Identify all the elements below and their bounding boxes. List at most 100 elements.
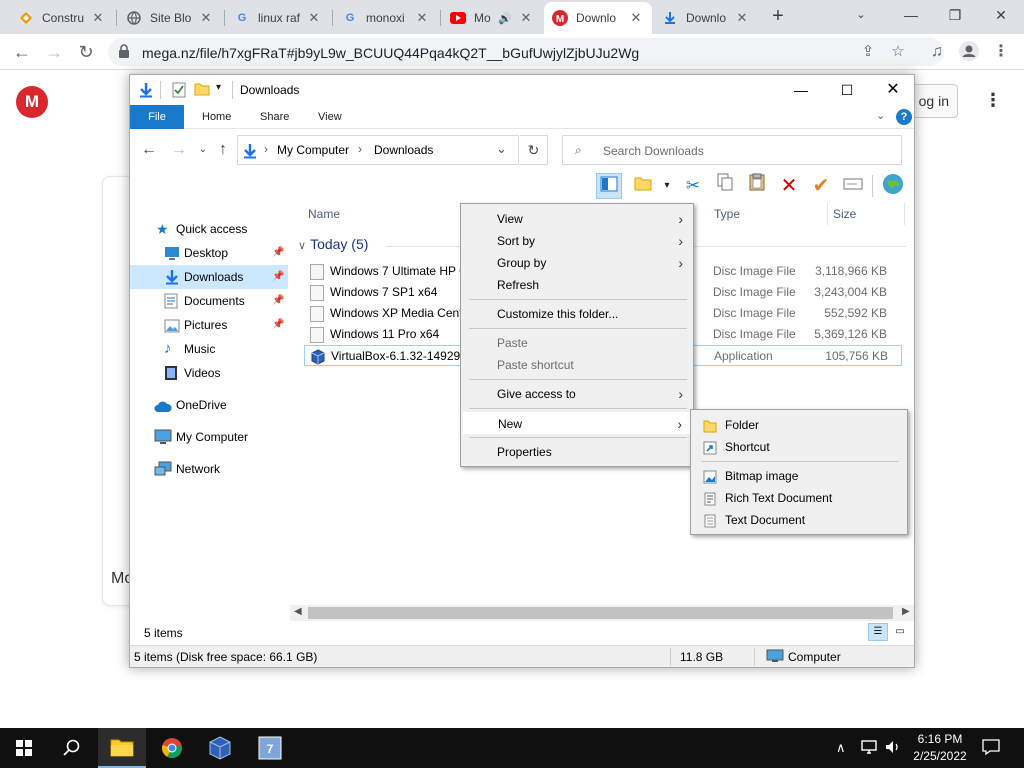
nav-pictures[interactable]: Pictures 📌 [130,313,288,337]
group-header-today[interactable]: ∨ Today (5) [298,236,368,252]
ribbon-tab-file[interactable]: File [130,105,184,129]
new-bitmap-item[interactable]: Bitmap image [693,465,905,487]
breadcrumb-downloads[interactable]: Downloads [374,143,433,157]
column-divider[interactable] [827,203,828,225]
breadcrumb-chevron-icon[interactable]: › [358,142,362,156]
forward-button[interactable]: → [42,40,66,64]
cut-icon[interactable]: ✂ [680,173,706,199]
menu-item-paste[interactable]: Paste [463,332,691,354]
pin-icon[interactable]: 📌 [272,241,284,265]
menu-item-give-access[interactable]: Give access to › [463,383,691,405]
virtualbox-icon[interactable] [196,728,244,768]
explorer-maximize-button[interactable]: ☐ [824,75,870,105]
nav-onedrive[interactable]: OneDrive [130,393,288,417]
menu-item-group-by[interactable]: Group by › [463,252,691,274]
close-tab-icon[interactable]: ✕ [734,10,750,26]
network-status-icon[interactable] [860,739,878,758]
nav-downloads[interactable]: Downloads 📌 [130,265,288,289]
nav-network[interactable]: Network [130,457,288,481]
lock-icon[interactable] [118,44,130,58]
scroll-left-icon[interactable]: ◀ [294,606,302,617]
menu-item-view[interactable]: View › [463,208,691,230]
large-icons-view-icon[interactable]: ▭ [890,623,910,641]
up-button[interactable]: ↑ [214,141,232,159]
ribbon-tab-view[interactable]: View [306,105,354,129]
pin-icon[interactable]: 📌 [272,265,284,289]
explorer-minimize-button[interactable]: — [778,75,824,105]
media-control-icon[interactable]: ♫ [926,41,948,63]
ribbon-tab-share[interactable]: Share [248,105,301,129]
menu-item-sort-by[interactable]: Sort by › [463,230,691,252]
chrome-icon[interactable] [148,728,196,768]
volume-icon[interactable] [884,739,902,758]
scroll-right-icon[interactable]: ▶ [902,606,910,617]
mega-logo[interactable]: M [16,86,48,118]
pin-icon[interactable]: 📌 [272,313,284,337]
close-tab-icon[interactable]: ✕ [90,10,106,26]
properties-icon[interactable] [172,82,188,98]
nav-videos[interactable]: Videos [130,361,288,385]
close-tab-icon[interactable]: ✕ [628,10,644,26]
explorer-address-bar[interactable]: › My Computer › Downloads ⌄ [237,135,519,165]
search-downloads-field[interactable]: ⌕ Search Downloads [562,135,902,165]
back-button[interactable]: ← [10,40,34,64]
browser-tab-monoxi[interactable]: G monoxi ✕ [334,2,438,34]
nav-music[interactable]: ♪ Music [130,337,288,361]
audio-playing-icon[interactable]: 🔊 [498,12,512,25]
browser-tab-mega-active[interactable]: M Downlo ✕ [544,2,652,34]
delete-icon[interactable]: ✕ [776,173,802,199]
explorer-refresh-button[interactable]: ↻ [520,135,548,165]
explorer-back-button[interactable]: ← [140,141,158,159]
column-header-size[interactable]: Size [833,207,856,221]
network-globe-icon[interactable] [880,173,906,199]
file-explorer-icon[interactable] [98,728,146,768]
new-folder-item[interactable]: Folder [693,414,905,436]
menu-item-refresh[interactable]: Refresh [463,274,691,296]
menu-item-paste-shortcut[interactable]: Paste shortcut [463,354,691,376]
chrome-menu-icon[interactable]: ⋮ [990,41,1012,63]
close-tab-icon[interactable]: ✕ [198,10,214,26]
column-header-name[interactable]: Name [308,207,340,221]
menu-item-properties[interactable]: Properties [463,441,691,463]
collapse-group-icon[interactable]: ∨ [298,240,306,252]
help-icon[interactable]: ? [896,109,912,125]
close-browser-button[interactable]: ✕ [986,4,1016,28]
notifications-icon[interactable] [982,738,1000,759]
new-folder-icon[interactable] [194,82,210,98]
explorer-close-button[interactable]: ✕ [870,75,916,105]
horizontal-scrollbar[interactable]: ◀ ▶ [290,605,914,621]
new-rich-text-item[interactable]: Rich Text Document [693,487,905,509]
new-shortcut-item[interactable]: Shortcut [693,436,905,458]
scrollbar-thumb[interactable] [308,607,893,619]
breadcrumb-chevron-icon[interactable]: › [264,142,268,156]
breadcrumb-my-computer[interactable]: My Computer [277,143,349,157]
start-button[interactable] [0,728,48,768]
page-menu-icon[interactable]: ⋮ [984,90,1002,111]
app-icon[interactable]: 7 [246,728,294,768]
reload-button[interactable]: ↻ [74,40,98,64]
nav-quick-access[interactable]: ★ Quick access [130,217,288,241]
explorer-forward-button[interactable]: → [170,141,188,159]
rename-icon[interactable] [840,173,866,199]
nav-desktop[interactable]: Desktop 📌 [130,241,288,265]
checkmark-icon[interactable]: ✔ [808,173,834,199]
close-tab-icon[interactable]: ✕ [306,10,322,26]
menu-item-new[interactable]: New › [463,412,691,434]
paste-icon[interactable] [744,173,770,199]
preview-pane-icon[interactable] [596,173,622,199]
browser-tab-youtube[interactable]: Mo 🔊 ✕ [442,2,542,34]
close-tab-icon[interactable]: ✕ [414,10,430,26]
nav-my-computer[interactable]: My Computer [130,425,288,449]
minimize-button[interactable]: — [896,4,926,28]
address-dropdown-icon[interactable]: ⌄ [496,141,507,157]
nav-documents[interactable]: Documents 📌 [130,289,288,313]
dropdown-icon[interactable]: ▾ [654,173,680,199]
new-tab-button[interactable]: + [766,5,790,29]
share-icon[interactable]: ⇪ [858,42,878,62]
browser-tab-linux[interactable]: G linux raf ✕ [226,2,330,34]
clock-date[interactable]: 2/25/2022 [910,749,970,763]
pin-icon[interactable]: 📌 [272,289,284,313]
browser-tab-site-blocker[interactable]: Site Blo ✕ [118,2,222,34]
tab-search-icon[interactable]: ⌄ [846,4,876,28]
new-text-document-item[interactable]: Text Document [693,509,905,531]
